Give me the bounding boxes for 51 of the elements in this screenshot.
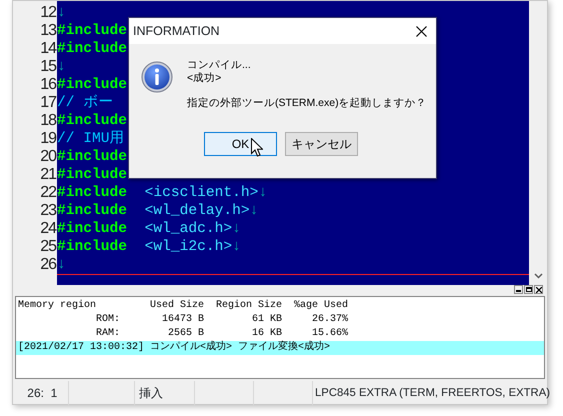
info-icon	[141, 61, 173, 93]
code-line: #include <wl_adc.h>↓	[57, 220, 241, 238]
line-number: 16	[40, 76, 56, 93]
close-icon[interactable]	[416, 26, 426, 36]
line-number: 12	[40, 4, 56, 21]
dialog-title: INFORMATION	[133, 22, 220, 40]
output-line: ROM: 16473 B 61 KB 26.37%	[95, 313, 350, 327]
output-line: Memory region Used Size Region Size %age Used	[17, 299, 350, 313]
scroll-down-icon[interactable]	[534, 273, 542, 279]
line-number: 18	[40, 112, 56, 129]
output-line: RAM: 2565 B 16 KB 15.66%	[95, 327, 350, 340]
dialog-button[interactable]: OK	[204, 132, 277, 156]
code-line: ↓	[57, 4, 66, 22]
dialog-button[interactable]: キャンセル	[285, 132, 358, 156]
line-number: 20	[40, 148, 56, 165]
code-line: #include	[57, 148, 128, 166]
code-line: #include <wl_i2c.h>↓	[57, 238, 241, 256]
code-line: #include	[57, 166, 128, 184]
code-line: #include	[57, 112, 128, 130]
line-number: 25	[40, 238, 56, 255]
code-line: #include <icsclient.h>↓	[57, 184, 268, 202]
line-number: 17	[40, 94, 56, 111]
code-line: ↓	[57, 58, 66, 76]
line-number: 13	[40, 22, 56, 39]
line-number: 22	[40, 184, 56, 201]
scrollbar[interactable]	[529, 1, 547, 285]
minimize-icon[interactable]	[516, 287, 521, 292]
dialog-message: 指定の外部ツール(STERM.exe)を起動しますか？	[187, 97, 427, 110]
code-line: #include <wl_delay.h>↓	[57, 202, 258, 220]
line-number: 14	[40, 40, 56, 57]
code-line: #include	[57, 76, 128, 94]
dialog-message: <成功>	[187, 72, 222, 85]
mouse-cursor-icon	[251, 138, 263, 157]
line-number: 26	[40, 256, 56, 273]
code-line: ↓	[57, 256, 529, 274]
status-cell: 挿入	[135, 381, 195, 405]
line-number: 24	[40, 220, 56, 237]
code-line: #include	[57, 22, 128, 40]
code-line: // IMU用	[57, 130, 125, 148]
line-number: 19	[40, 130, 56, 147]
minimize-button[interactable]	[514, 285, 523, 294]
status-cell: 26: 1	[13, 381, 69, 405]
status-cell-text: LPC845 EXTRA (TERM, FREERTOS, EXTRA)	[314, 386, 547, 401]
line-number: 23	[40, 202, 56, 219]
dialog-message: コンパイル...	[187, 59, 252, 72]
code-line: #include	[57, 40, 128, 58]
maximize-icon[interactable]	[526, 287, 532, 292]
code-line: // ボー	[57, 94, 114, 112]
maximize-button[interactable]	[524, 285, 533, 294]
line-number: 15	[40, 58, 56, 75]
line-number: 21	[40, 166, 56, 183]
